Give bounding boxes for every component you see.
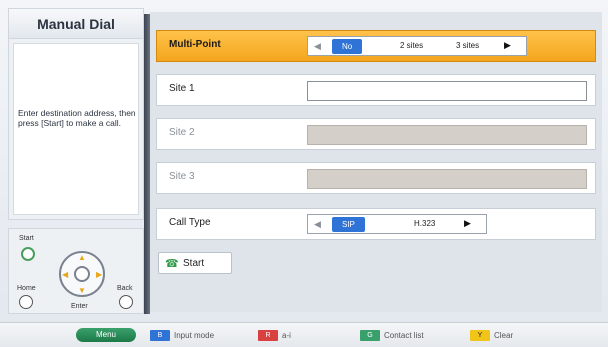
site2-label: Site 2 — [169, 127, 195, 138]
key-guide-bar: Menu B Input mode Ra-i G Contact list Y Cle… — [0, 322, 608, 347]
dial-form: Multi-Point ◀ No 2 sites 3 sites ▶ Site … — [150, 12, 602, 312]
site1-input[interactable] — [307, 81, 587, 101]
multipoint-option-2-sites[interactable]: 2 sites — [400, 41, 423, 50]
help-message-box: Enter destination address, then press [S… — [13, 43, 139, 215]
call-type-label: Call Type — [169, 217, 211, 228]
clear-hint[interactable]: Y Clear — [470, 329, 513, 343]
site3-row: Site 3 — [156, 162, 596, 194]
arrow-right-icon[interactable]: ▶ — [504, 40, 511, 51]
contact-list-hint[interactable]: G Contact list — [360, 329, 424, 343]
call-type-selector[interactable]: ◀ SIP H.323 ▶ — [307, 214, 487, 234]
back-key-label: Back — [117, 285, 133, 292]
left-info-panel: Manual Dial Enter destination address, t… — [8, 8, 144, 220]
start-button[interactable]: ☎ Start — [158, 252, 232, 274]
home-key-icon — [19, 295, 33, 309]
call-type-option-sip[interactable]: SIP — [332, 217, 365, 232]
start-button-label: Start — [183, 258, 205, 269]
arrow-left-icon[interactable]: ◀ — [314, 219, 321, 230]
red-key-icon: R — [258, 330, 278, 342]
arrow-right-icon[interactable]: ▶ — [464, 218, 471, 229]
call-type-row[interactable]: Call Type ◀ SIP H.323 ▶ — [156, 208, 596, 240]
arrow-left-icon[interactable]: ◀ — [314, 41, 321, 52]
site3-label: Site 3 — [169, 171, 195, 182]
menu-button[interactable]: Menu — [76, 328, 136, 342]
alphanumeric-hint[interactable]: Ra-i — [258, 329, 291, 343]
arrow-left-icon: ◀ — [62, 270, 69, 279]
arrow-down-icon: ▼ — [78, 286, 86, 295]
site1-row[interactable]: Site 1 — [156, 74, 596, 106]
start-key-label: Start — [19, 235, 34, 242]
remote-control-guide: Start ▲ ▼ ◀ ▶ Home Back Enter — [8, 228, 144, 314]
alphanumeric-label: a-i — [282, 331, 291, 340]
site2-input — [307, 125, 587, 145]
help-message: Enter destination address, then press [S… — [18, 108, 136, 128]
dpad-icon: ▲ ▼ ◀ ▶ — [59, 251, 105, 297]
multipoint-row[interactable]: Multi-Point ◀ No 2 sites 3 sites ▶ — [156, 30, 596, 62]
screen-title: Manual Dial — [9, 9, 143, 39]
site2-row: Site 2 — [156, 118, 596, 150]
multipoint-selector[interactable]: ◀ No 2 sites 3 sites ▶ — [307, 36, 527, 56]
multipoint-label: Multi-Point — [169, 39, 221, 50]
site1-label: Site 1 — [169, 83, 195, 94]
arrow-up-icon: ▲ — [78, 253, 86, 262]
site3-input — [307, 169, 587, 189]
contact-list-label: Contact list — [384, 331, 424, 340]
start-key-icon — [21, 247, 35, 261]
call-type-option-h323[interactable]: H.323 — [414, 219, 435, 228]
blue-key-icon: B — [150, 330, 170, 342]
phone-icon: ☎ — [165, 258, 179, 270]
back-key-icon — [119, 295, 133, 309]
manual-dial-screen: Manual Dial Enter destination address, t… — [0, 0, 608, 347]
multipoint-option-no[interactable]: No — [332, 39, 363, 54]
input-mode-label: Input mode — [174, 331, 215, 340]
enter-key-label: Enter — [71, 303, 88, 310]
input-mode-hint[interactable]: B Input mode — [150, 329, 214, 343]
multipoint-option-3-sites[interactable]: 3 sites — [456, 41, 479, 50]
arrow-right-icon: ▶ — [96, 270, 103, 279]
green-key-icon: G — [360, 330, 380, 342]
clear-label: Clear — [494, 331, 514, 340]
enter-key-icon — [74, 266, 90, 282]
yellow-key-icon: Y — [470, 330, 490, 342]
home-key-label: Home — [17, 285, 36, 292]
